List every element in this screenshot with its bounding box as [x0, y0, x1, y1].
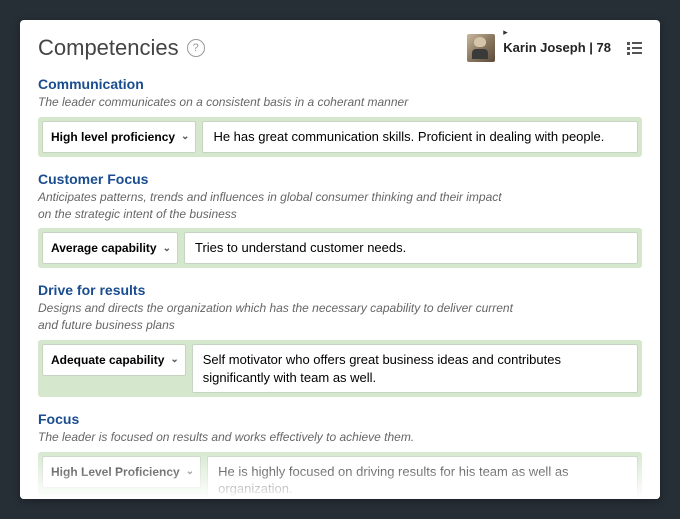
proficiency-select[interactable]: Adequate capability⌄	[42, 344, 186, 376]
proficiency-select[interactable]: High level proficiency⌄	[42, 121, 196, 153]
competency-block: Drive for results Designs and directs th…	[38, 282, 642, 397]
competency-description: Anticipates patterns, trends and influen…	[38, 189, 518, 223]
chevron-down-icon: ⌄	[170, 354, 178, 365]
chevron-down-icon: ⌄	[181, 131, 189, 142]
competency-description: The leader communicates on a consistent …	[38, 94, 518, 111]
header: Competencies ? ▸ Karin Joseph | 78	[38, 34, 642, 62]
comment-input[interactable]: Tries to understand customer needs.	[184, 232, 638, 264]
comment-input[interactable]: Self motivator who offers great business…	[192, 344, 638, 393]
competency-title: Communication	[38, 76, 642, 92]
avatar[interactable]	[467, 34, 495, 62]
caret-right-icon: ▸	[503, 27, 508, 38]
competencies-panel: Competencies ? ▸ Karin Joseph | 78 Commu…	[20, 20, 660, 499]
competency-title: Customer Focus	[38, 171, 642, 187]
help-icon[interactable]: ?	[187, 39, 205, 57]
comment-input[interactable]: He has great communication skills. Profi…	[202, 121, 638, 153]
competency-title: Drive for results	[38, 282, 642, 298]
competency-block: Customer Focus Anticipates patterns, tre…	[38, 171, 642, 269]
competency-description: The leader is focused on results and wor…	[38, 429, 518, 446]
competency-description: Designs and directs the organization whi…	[38, 300, 518, 334]
page-title: Competencies	[38, 35, 179, 61]
scroll-fade	[20, 449, 660, 499]
competency-block: Communication The leader communicates on…	[38, 76, 642, 157]
list-view-icon[interactable]	[627, 42, 642, 55]
user-name[interactable]: Karin Joseph | 78	[503, 40, 611, 55]
competency-title: Focus	[38, 411, 642, 427]
chevron-down-icon: ⌄	[163, 243, 171, 254]
proficiency-select[interactable]: Average capability⌄	[42, 232, 178, 264]
